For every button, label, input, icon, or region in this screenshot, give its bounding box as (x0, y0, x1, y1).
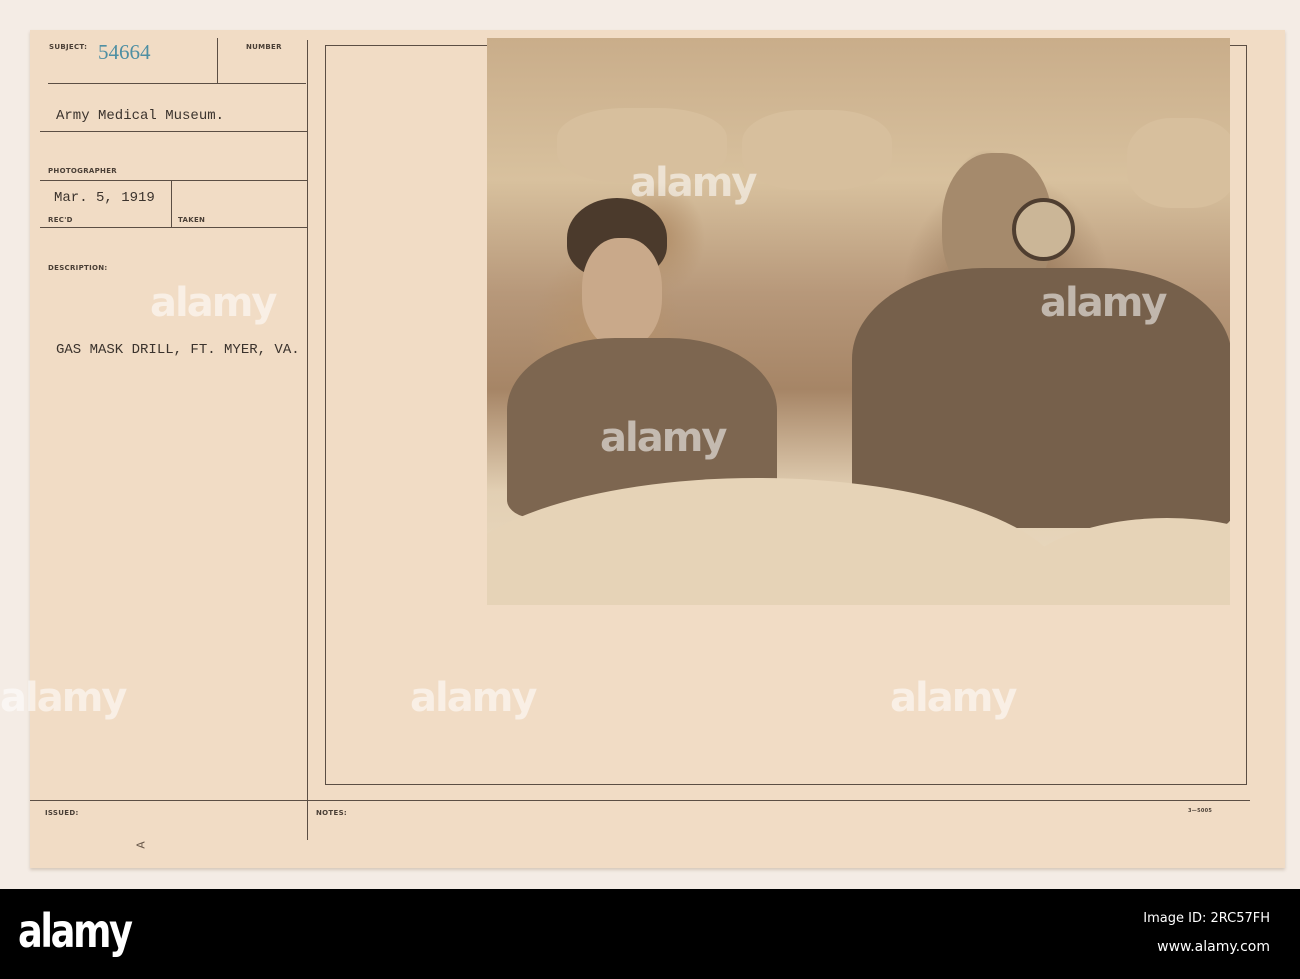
divider (48, 83, 306, 84)
form-number: 3—5005 (1188, 808, 1213, 814)
recd-label: REC'D (48, 216, 73, 224)
column-divider (307, 40, 308, 840)
watermark: alamy (410, 675, 537, 721)
date: Mar. 5, 1919 (54, 190, 155, 206)
notes-label: NOTES: (316, 809, 348, 817)
subject-number: 54664 (98, 40, 151, 64)
image-id: Image ID: 2RC57FH (1143, 911, 1270, 926)
trench-parapet (1007, 518, 1230, 605)
footer-bar: alamy Image ID: 2RC57FH www.alamy.com (0, 889, 1300, 979)
watermark: alamy (150, 280, 277, 326)
alamy-logo[interactable]: alamy (18, 904, 133, 958)
sandbag (742, 110, 892, 190)
watermark: alamy (890, 675, 1017, 721)
divider (40, 131, 307, 132)
description-label: DESCRIPTION: (48, 264, 108, 272)
divider (171, 180, 172, 227)
watermark: alamy (630, 160, 757, 206)
watermark: alamy (1040, 280, 1167, 326)
watermark: alamy (0, 675, 127, 721)
sandbag (1127, 118, 1230, 208)
site-url[interactable]: www.alamy.com (1157, 939, 1270, 955)
divider (30, 800, 1250, 801)
institution: Army Medical Museum. (56, 108, 225, 124)
description: GAS MASK DRILL, FT. MYER, VA. (56, 342, 300, 358)
archive-card: SUBJECT: 54664 NUMBER Army Medical Museu… (0, 30, 1285, 868)
photographer-label: PHOTOGRAPHER (48, 167, 117, 175)
soldier-face (582, 238, 662, 348)
issued-label: ISSUED: (45, 809, 79, 817)
gas-mask-eyepiece (1012, 198, 1075, 261)
divider (40, 227, 307, 228)
margin-mark: A (134, 841, 149, 849)
subject-label: SUBJECT: (49, 43, 88, 51)
divider (217, 38, 218, 83)
watermark: alamy (600, 415, 727, 461)
taken-label: TAKEN (178, 216, 206, 224)
divider (40, 180, 307, 181)
number-label: NUMBER (246, 43, 282, 51)
